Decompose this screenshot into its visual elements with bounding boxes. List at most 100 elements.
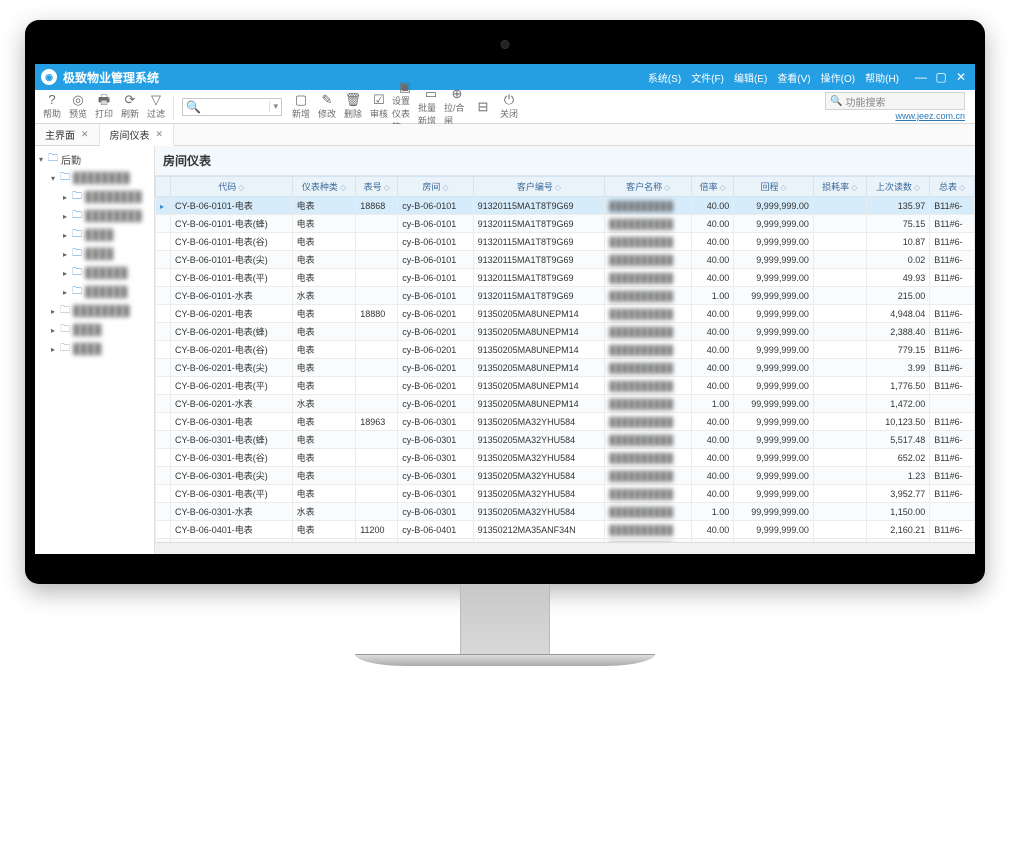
tree-item[interactable]: ▸🗀████████	[37, 302, 152, 321]
tree-item[interactable]: ▸🗀████████	[37, 188, 152, 207]
column-header[interactable]: 表号◇	[356, 177, 398, 197]
expand-icon[interactable]: ▾	[49, 174, 57, 183]
expand-icon[interactable]: ▸	[49, 345, 57, 354]
table-row[interactable]: CY-B-06-0401-电表电表11200cy-B-06-0401913502…	[156, 521, 975, 539]
table-row[interactable]: CY-B-06-0201-电表(尖)电表cy-B-06-020191350205…	[156, 359, 975, 377]
toolbar-search-dropdown[interactable]: 🔍 ▾	[182, 98, 282, 116]
function-search-input[interactable]: 🔍 功能搜索	[825, 92, 965, 110]
cell-custname: ██████████	[605, 251, 692, 269]
sort-icon[interactable]: ◇	[959, 183, 965, 192]
tree-item[interactable]: ▸🗀██████	[37, 264, 152, 283]
table-row[interactable]: CY-B-06-0201-水表水表cy-B-06-020191350205MA8…	[156, 395, 975, 413]
menu-item[interactable]: 系统(S)	[648, 70, 681, 85]
sort-icon[interactable]: ◇	[664, 183, 670, 192]
maximize-button[interactable]: ▢	[933, 69, 949, 85]
sort-icon[interactable]: ◇	[720, 183, 726, 192]
cell-range: 99,999,999.00	[734, 395, 814, 413]
table-row[interactable]: CY-B-06-0301-电表(蜂)电表cy-B-06-030191350205…	[156, 431, 975, 449]
column-header[interactable]: 上次读数◇	[866, 177, 930, 197]
close-button[interactable]: ✕	[953, 69, 969, 85]
column-header[interactable]: 倍率◇	[692, 177, 734, 197]
toolbar-button[interactable]: ⟳刷新	[117, 93, 143, 120]
column-header[interactable]: 代码◇	[171, 177, 293, 197]
expand-icon[interactable]: ▸	[61, 231, 69, 240]
sort-icon[interactable]: ◇	[384, 183, 390, 192]
column-header[interactable]: 房间◇	[398, 177, 473, 197]
table-row[interactable]: CY-B-06-0201-电表电表18880cy-B-06-0201913502…	[156, 305, 975, 323]
column-header[interactable]: 损耗率◇	[813, 177, 866, 197]
sort-icon[interactable]: ◇	[442, 183, 448, 192]
cell-loss	[813, 449, 866, 467]
app-logo-icon: ◉	[41, 69, 57, 85]
table-row[interactable]: CY-B-06-0201-电表(蜂)电表cy-B-06-020191350205…	[156, 323, 975, 341]
tree-item[interactable]: ▾🗀████████	[37, 169, 152, 188]
tree-item[interactable]: ▸🗀██████	[37, 283, 152, 302]
expand-icon[interactable]: ▸	[61, 193, 69, 202]
table-row[interactable]: CY-B-06-0101-电表(平)电表cy-B-06-010191320115…	[156, 269, 975, 287]
column-header[interactable]: 仪表种类◇	[292, 177, 356, 197]
table-row[interactable]: CY-B-06-0101-电表(蜂)电表cy-B-06-010191320115…	[156, 215, 975, 233]
website-link[interactable]: www.jeez.com.cn	[895, 111, 965, 121]
toolbar-icon: 🗑	[345, 93, 362, 107]
sort-icon[interactable]: ◇	[555, 183, 561, 192]
menu-item[interactable]: 查看(V)	[777, 70, 810, 85]
row-selector-header[interactable]	[156, 177, 171, 197]
column-header[interactable]: 总表◇	[930, 177, 975, 197]
tab-close-icon[interactable]: ✕	[81, 129, 89, 140]
table-row[interactable]: CY-B-06-0301-电表(谷)电表cy-B-06-030191350205…	[156, 449, 975, 467]
toolbar-icon: ✎	[322, 93, 333, 107]
table-row[interactable]: CY-B-06-0301-电表(平)电表cy-B-06-030191350205…	[156, 485, 975, 503]
column-header[interactable]: 客户名称◇	[605, 177, 692, 197]
tree-root[interactable]: ▾ 🗀 后勤	[37, 150, 152, 169]
toolbar-button[interactable]: 🖶打印	[91, 93, 117, 120]
table-row[interactable]: CY-B-06-0301-电表电表18963cy-B-06-0301913502…	[156, 413, 975, 431]
table-row[interactable]: CY-B-06-0101-电表(尖)电表cy-B-06-010191320115…	[156, 251, 975, 269]
tree-item[interactable]: ▸🗀████	[37, 245, 152, 264]
toolbar-button[interactable]: ▽过滤	[143, 93, 169, 120]
tree-item[interactable]: ▸🗀████	[37, 321, 152, 340]
sort-icon[interactable]: ◇	[780, 183, 786, 192]
expand-icon[interactable]: ▸	[61, 288, 69, 297]
collapse-icon[interactable]: ▾	[37, 155, 45, 164]
table-row[interactable]: CY-B-06-0201-电表(谷)电表cy-B-06-020191350205…	[156, 341, 975, 359]
data-grid[interactable]: 代码◇仪表种类◇表号◇房间◇客户编号◇客户名称◇倍率◇回程◇损耗率◇上次读数◇总…	[155, 176, 975, 542]
menu-item[interactable]: 操作(O)	[821, 70, 855, 85]
tree-item[interactable]: ▸🗀████	[37, 340, 152, 359]
minimize-button[interactable]: —	[913, 69, 929, 85]
tab-close-icon[interactable]: ✕	[156, 129, 164, 140]
menu-item[interactable]: 帮助(H)	[865, 70, 899, 85]
menu-item[interactable]: 编辑(E)	[734, 70, 767, 85]
horizontal-scrollbar[interactable]	[155, 542, 975, 554]
document-tab[interactable]: 房间仪表✕	[100, 124, 175, 146]
tree-label: ██████	[85, 268, 128, 279]
table-row[interactable]: ▸CY-B-06-0101-电表电表18868cy-B-06-010191320…	[156, 197, 975, 215]
column-header[interactable]: 回程◇	[734, 177, 814, 197]
toolbar-button[interactable]: ?帮助	[39, 93, 65, 120]
table-row[interactable]: CY-B-06-0301-电表(尖)电表cy-B-06-030191350205…	[156, 467, 975, 485]
column-header[interactable]: 客户编号◇	[473, 177, 605, 197]
toolbar-icon: ⊕	[452, 87, 463, 101]
document-tab[interactable]: 主界面✕	[35, 124, 100, 146]
expand-icon[interactable]: ▸	[49, 326, 57, 335]
row-marker: ▸	[156, 197, 171, 215]
sort-icon[interactable]: ◇	[851, 183, 857, 192]
table-row[interactable]: CY-B-06-0301-水表水表cy-B-06-030191350205MA3…	[156, 503, 975, 521]
expand-icon[interactable]: ▸	[61, 269, 69, 278]
tree-item[interactable]: ▸🗀████████	[37, 207, 152, 226]
expand-icon[interactable]: ▸	[49, 307, 57, 316]
expand-icon[interactable]: ▸	[61, 212, 69, 221]
menu-item[interactable]: 文件(F)	[691, 70, 724, 85]
expand-icon[interactable]: ▸	[61, 250, 69, 259]
row-marker	[156, 467, 171, 485]
cell-custname: ██████████	[605, 395, 692, 413]
table-row[interactable]: CY-B-06-0101-水表水表cy-B-06-010191320115MA1…	[156, 287, 975, 305]
cell-code: CY-B-06-0301-电表(谷)	[171, 449, 293, 467]
sort-icon[interactable]: ◇	[340, 183, 346, 192]
table-row[interactable]: CY-B-06-0101-电表(谷)电表cy-B-06-010191320115…	[156, 233, 975, 251]
toolbar-button[interactable]: ◎预览	[65, 93, 91, 120]
sort-icon[interactable]: ◇	[238, 183, 244, 192]
sort-icon[interactable]: ◇	[914, 183, 920, 192]
tree-label: ████████	[73, 173, 130, 184]
table-row[interactable]: CY-B-06-0201-电表(平)电表cy-B-06-020191350205…	[156, 377, 975, 395]
tree-item[interactable]: ▸🗀████	[37, 226, 152, 245]
